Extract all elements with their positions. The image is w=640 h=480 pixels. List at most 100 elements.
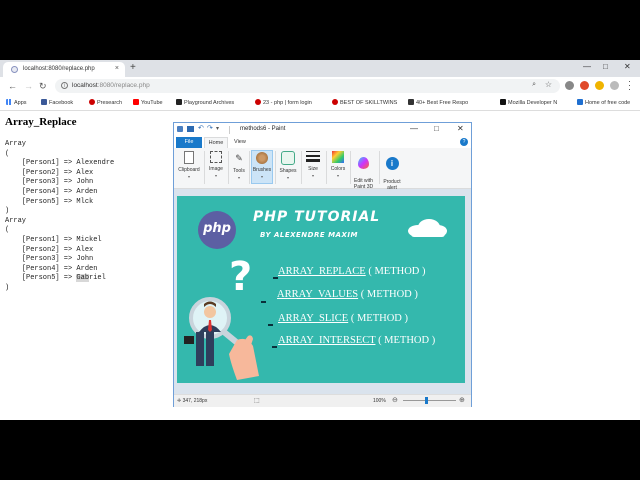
array-line: [Person4] => Arden [5,187,98,196]
redo-icon[interactable]: ↷ [207,125,213,132]
save-icon[interactable] [187,126,194,132]
ribbon-separator [275,151,276,184]
paint-maximize-button[interactable]: □ [434,124,439,133]
web-page: Array_Replace Array ( [Person1] => Alexe… [0,111,640,420]
ribbon-separator [204,151,205,184]
view-tab[interactable]: View [234,139,246,145]
ribbon-separator [228,151,229,184]
bookmark-apps[interactable]: Apps [6,99,27,106]
facebook-icon [41,99,47,105]
reload-icon[interactable]: ↻ [39,81,47,92]
array-line: [Person1] => Mickel [5,235,102,244]
url-text[interactable]: localhost:8080/replace.php [72,82,150,89]
ribbon-separator [326,151,327,184]
bookmark-php-form[interactable]: 23 - php | form login [255,99,312,106]
tab-strip: localhost:8080/replace.php × + — □ ✕ [0,60,640,77]
browser-tab[interactable]: localhost:8080/replace.php × [3,62,125,77]
paint-minimize-button[interactable]: — [410,124,418,133]
array-line: [Person3] => John [5,178,94,187]
select-icon [210,151,222,163]
forward-arrow-icon[interactable]: → [24,81,33,91]
customize-toolbar-icon[interactable]: ▾ [216,126,222,132]
size-icon [306,151,320,163]
shapes-icon [281,151,295,165]
paint-titlebar[interactable]: ↶ ↷ ▾ methods6 - Paint — □ ✕ [174,123,471,137]
undo-icon[interactable]: ↶ [198,125,204,132]
paint-window[interactable]: ↶ ↷ ▾ methods6 - Paint — □ ✕ File Home V… [173,122,472,407]
selected-text[interactable]: Gab [76,274,90,283]
new-tab-button[interactable]: + [130,62,136,73]
zoom-out-button[interactable]: ⊖ [392,396,398,404]
bookmark-star-icon[interactable]: ☆ [545,80,552,89]
array-line: [Person5] => Mlck [5,197,94,206]
presearch-icon [89,99,95,105]
cloud-icon [408,219,447,237]
bookmark-youtube[interactable]: YouTube [133,99,163,106]
bookmark-skilltwins[interactable]: BEST OF SKILLTWINS [332,99,397,106]
paint3d-button[interactable]: Edit with Paint 3D [350,150,377,190]
array-line: [Person3] => John [5,255,94,264]
bookmark-best-free[interactable]: 40+ Best Free Respo [408,99,468,106]
back-arrow-icon[interactable]: ← [8,81,17,91]
camera-extension-icon[interactable] [565,81,574,90]
colors-icon [332,151,344,163]
function-item: ARRAY_SLICE ( METHOD ) [278,313,408,324]
minimize-button[interactable]: — [583,62,591,71]
array-line: [Person1] => Alexendre [5,159,115,168]
pencil-icon: ✎ [235,153,243,163]
home-tab[interactable]: Home [204,137,228,148]
canvas-image[interactable]: php PHP TUTORIAL BY ALEXENDRE MAXIM ? AR… [177,196,465,383]
colors-group[interactable]: Colors ▾ [328,150,348,178]
zoom-slider[interactable] [403,400,456,401]
extension-icon[interactable] [595,81,604,90]
file-tab[interactable]: File [176,137,202,148]
bullet-dash [261,301,266,303]
bookmark-playground[interactable]: Playground Archives [176,99,234,106]
zoom-slider-thumb[interactable] [425,397,429,404]
clipboard-group[interactable]: Clipboard ▾ [177,150,201,179]
zoom-icon[interactable]: ⌕ [532,81,536,89]
maximize-button[interactable]: □ [603,62,608,71]
array-open: ( [5,149,10,158]
php-logo: php [198,211,236,249]
info-icon[interactable]: i [61,82,68,89]
bullet-dash [272,346,277,348]
bookmarks-bar: Apps Facebook Presearch YouTube Playgrou… [0,96,640,111]
shapes-group[interactable]: Shapes ▾ [277,150,299,180]
paint-close-button[interactable]: ✕ [457,124,464,133]
youtube-icon [133,99,139,105]
bookmark-mozilla[interactable]: Mozilla Developer N [500,99,557,106]
image-group[interactable]: Image ▾ [206,150,226,178]
help-icon[interactable]: ? [460,138,468,146]
array-close: ) [5,283,10,292]
slide-subtitle: BY ALEXENDRE MAXIM [260,231,358,239]
cursor-position: ✛ 347, 218px [177,398,208,404]
array-line: [Person2] => Alex [5,245,94,254]
canvas-area[interactable]: php PHP TUTORIAL BY ALEXENDRE MAXIM ? AR… [174,189,471,394]
size-group[interactable]: Size ▾ [303,150,323,178]
array-line: [Person4] => Arden [5,264,98,273]
account-icon[interactable] [610,81,619,90]
brushes-group[interactable]: Brushes ▾ [251,150,273,184]
ribbon-separator [249,151,250,184]
array-close: ) [5,207,10,216]
zoom-in-button[interactable]: ⊕ [459,396,465,404]
array-line-last: [Person5] => Gabriel [5,274,106,283]
close-window-button[interactable]: ✕ [624,62,631,71]
paint-app-icon [177,126,183,132]
playground-icon [176,99,182,105]
tab-close-icon[interactable]: × [115,65,119,72]
product-alert-button[interactable]: i Product alert [380,150,404,191]
bookmark-facebook[interactable]: Facebook [41,99,73,106]
screen: localhost:8080/replace.php × + — □ ✕ ← →… [0,60,640,420]
bookmark-free-code[interactable]: Home of free code [577,99,630,106]
bullet-dash [268,324,273,326]
array-line: [Person2] => Alex [5,168,94,177]
tools-group[interactable]: ✎ Tools ▾ [230,150,248,180]
bookmark-presearch[interactable]: Presearch [89,99,122,106]
paint-title: methods6 - Paint [240,126,286,132]
more-menu-icon[interactable]: · · · [628,77,631,94]
magnifier-person-icon [184,297,259,380]
extension-icon[interactable] [580,81,589,90]
address-bar[interactable]: i localhost:8080/replace.php ⌕ ☆ [55,79,560,93]
